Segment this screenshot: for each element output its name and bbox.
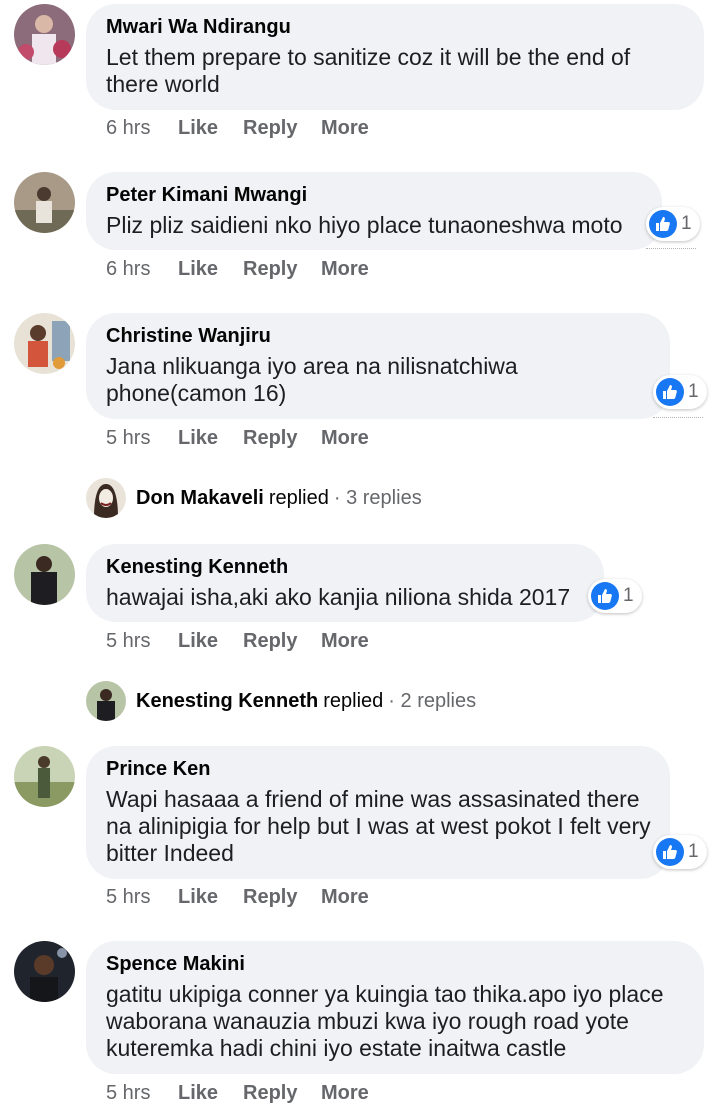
reaction-badge[interactable]: 1 — [646, 207, 700, 241]
comment-bubble: Prince Ken Wapi hasaaa a friend of mine … — [86, 746, 670, 879]
comment-text: Wapi hasaaa a friend of mine was assasin… — [106, 786, 651, 866]
comment-text: Jana nlikuanga iyo area na nilisnatchiwa… — [106, 353, 518, 406]
like-button[interactable]: Like — [178, 885, 218, 909]
replies-link[interactable]: Kenesting Kenneth replied · 2 replies — [86, 680, 476, 722]
replies-link[interactable]: Don Makaveli replied · 3 replies — [86, 477, 422, 519]
comment-time[interactable]: 5 hrs — [106, 885, 150, 909]
comment-text: Let them prepare to sanitize coz it will… — [106, 44, 631, 97]
avatar[interactable] — [14, 746, 75, 807]
comment-time[interactable]: 5 hrs — [106, 629, 150, 653]
replied-label: replied — [268, 486, 329, 509]
comment-bubble: Mwari Wa Ndirangu Let them prepare to sa… — [86, 4, 704, 110]
replied-label: replied — [323, 689, 384, 712]
comment-bubble: Peter Kimani Mwangi Pliz pliz saidieni n… — [86, 172, 662, 250]
comment-author[interactable]: Peter Kimani Mwangi — [106, 182, 642, 208]
more-button[interactable]: More — [321, 426, 369, 450]
comment-text: hawajai isha,aki ako kanjia niliona shid… — [106, 584, 571, 610]
thumbs-up-icon — [649, 210, 677, 238]
reaction-badge[interactable]: 1 — [588, 579, 642, 613]
comment: Kenesting Kenneth hawajai isha,aki ako k… — [0, 544, 720, 664]
comment: Peter Kimani Mwangi Pliz pliz saidieni n… — [0, 172, 720, 292]
comment-bubble: Kenesting Kenneth hawajai isha,aki ako k… — [86, 544, 604, 622]
reply-button[interactable]: Reply — [243, 257, 297, 281]
reply-button[interactable]: Reply — [243, 426, 297, 450]
comment-author[interactable]: Prince Ken — [106, 756, 650, 782]
avatar — [86, 681, 126, 721]
avatar[interactable] — [14, 172, 75, 233]
comment: Mwari Wa Ndirangu Let them prepare to sa… — [0, 0, 720, 145]
thumbs-up-icon — [656, 378, 684, 406]
avatar[interactable] — [14, 4, 75, 65]
more-button[interactable]: More — [321, 116, 369, 140]
comment: Christine Wanjiru Jana nlikuanga iyo are… — [0, 313, 720, 458]
comment-time[interactable]: 6 hrs — [106, 257, 150, 281]
like-button[interactable]: Like — [178, 629, 218, 653]
reaction-count: 1 — [688, 841, 699, 862]
avatar — [86, 478, 126, 518]
more-button[interactable]: More — [321, 1081, 369, 1105]
avatar[interactable] — [14, 544, 75, 605]
reply-button[interactable]: Reply — [243, 116, 297, 140]
reply-author: Kenesting Kenneth — [136, 689, 319, 712]
reply-count: · 2 replies — [388, 689, 477, 712]
thumbs-up-icon — [656, 838, 684, 866]
comment-time[interactable]: 5 hrs — [106, 426, 150, 450]
reply-button[interactable]: Reply — [243, 885, 297, 909]
comment-text: Pliz pliz saidieni nko hiyo place tunaon… — [106, 212, 623, 238]
comment-bubble: Christine Wanjiru Jana nlikuanga iyo are… — [86, 313, 670, 419]
comment: Spence Makini gatitu ukipiga conner ya k… — [0, 941, 720, 1114]
reaction-badge[interactable]: 1 — [653, 835, 707, 869]
comment-text: gatitu ukipiga conner ya kuingia tao thi… — [106, 981, 664, 1061]
comment-bubble: Spence Makini gatitu ukipiga conner ya k… — [86, 941, 704, 1074]
more-button[interactable]: More — [321, 629, 369, 653]
like-button[interactable]: Like — [178, 426, 218, 450]
comment-author[interactable]: Spence Makini — [106, 951, 684, 977]
more-button[interactable]: More — [321, 885, 369, 909]
more-button[interactable]: More — [321, 257, 369, 281]
comment: Prince Ken Wapi hasaaa a friend of mine … — [0, 746, 720, 916]
reply-button[interactable]: Reply — [243, 629, 297, 653]
comment-time[interactable]: 6 hrs — [106, 116, 150, 140]
like-button[interactable]: Like — [178, 1081, 218, 1105]
reply-button[interactable]: Reply — [243, 1081, 297, 1105]
reaction-badge[interactable]: 1 — [653, 375, 707, 409]
comment-author[interactable]: Mwari Wa Ndirangu — [106, 14, 684, 40]
avatar[interactable] — [14, 313, 75, 374]
reaction-count: 1 — [688, 381, 699, 402]
comment-author[interactable]: Christine Wanjiru — [106, 323, 650, 349]
like-button[interactable]: Like — [178, 257, 218, 281]
divider — [646, 248, 696, 249]
comment-time[interactable]: 5 hrs — [106, 1081, 150, 1105]
divider — [653, 417, 703, 418]
avatar[interactable] — [14, 941, 75, 1002]
like-button[interactable]: Like — [178, 116, 218, 140]
reply-author: Don Makaveli — [136, 486, 264, 509]
comment-author[interactable]: Kenesting Kenneth — [106, 554, 584, 580]
thumbs-up-icon — [591, 582, 619, 610]
reaction-count: 1 — [623, 585, 634, 606]
reaction-count: 1 — [681, 213, 692, 234]
reply-count: · 3 replies — [333, 486, 422, 509]
